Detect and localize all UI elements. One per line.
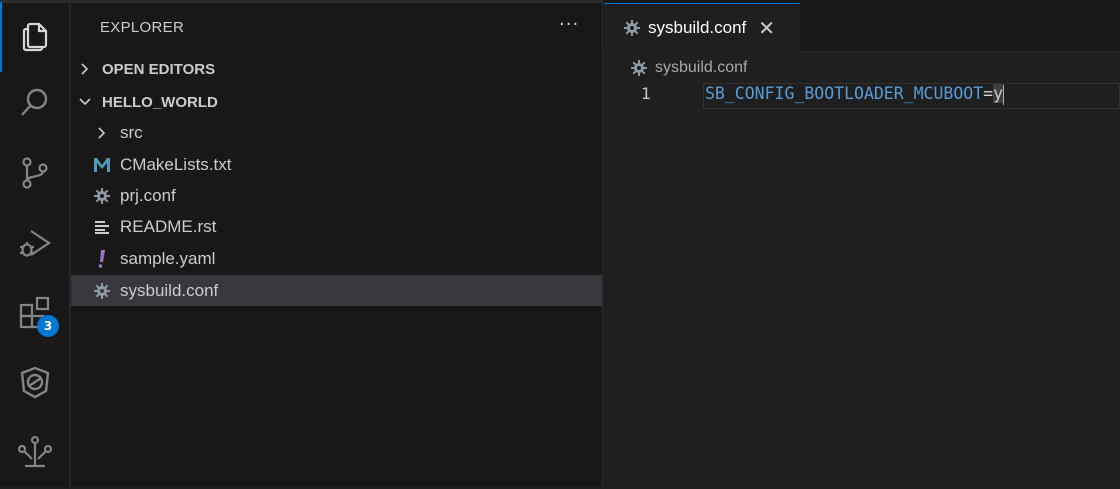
breadcrumb[interactable]: sysbuild.conf bbox=[631, 59, 748, 77]
tree-item-readme[interactable]: README.rst bbox=[71, 211, 602, 242]
open-editors-section[interactable]: OPEN EDITORS bbox=[71, 54, 602, 84]
exclamation-icon bbox=[92, 249, 112, 268]
nrf-connect-button[interactable] bbox=[0, 349, 70, 419]
config-equals: = bbox=[983, 84, 994, 103]
search-icon bbox=[17, 85, 53, 125]
source-control-icon bbox=[17, 155, 53, 195]
search-button[interactable] bbox=[0, 70, 70, 140]
tab-label: sysbuild.conf bbox=[648, 18, 747, 37]
more-actions-button[interactable]: ··· bbox=[559, 14, 579, 35]
gear-icon bbox=[92, 282, 112, 299]
files-icon bbox=[18, 17, 54, 57]
chevron-right-icon bbox=[92, 126, 112, 140]
explorer-title: EXPLORER bbox=[100, 19, 185, 36]
text-cursor bbox=[1003, 84, 1005, 105]
workspace-label: HELLO_WORLD bbox=[102, 93, 218, 111]
workspace-section[interactable]: HELLO_WORLD bbox=[71, 87, 602, 117]
extensions-badge: 3 bbox=[37, 315, 59, 337]
run-debug-button[interactable] bbox=[0, 210, 70, 280]
explorer-sidebar: EXPLORER ··· OPEN EDITORS HELLO_WORLD sr… bbox=[71, 0, 603, 487]
tree-item-label: src bbox=[120, 122, 143, 142]
line-number: 1 bbox=[641, 84, 651, 103]
source-control-button[interactable] bbox=[0, 140, 70, 210]
extensions-button[interactable] bbox=[0, 280, 70, 350]
code-line[interactable]: SB_CONFIG_BOOTLOADER_MCUBOOT=y bbox=[705, 84, 1005, 105]
sidebar-top-edge bbox=[71, 0, 603, 3]
tree-item-prj-conf[interactable]: prj.conf bbox=[71, 180, 602, 211]
explorer-button[interactable] bbox=[0, 2, 70, 72]
tree-item-label: README.rst bbox=[120, 216, 217, 236]
close-icon[interactable]: ✕ bbox=[758, 16, 775, 41]
open-editors-label: OPEN EDITORS bbox=[102, 60, 216, 78]
device-tree-icon bbox=[17, 434, 53, 474]
tree-item-label: sysbuild.conf bbox=[120, 280, 219, 300]
config-key: SB_CONFIG_BOOTLOADER_MCUBOOT bbox=[705, 84, 984, 103]
tree-item-sample-yaml[interactable]: sample.yaml bbox=[71, 243, 602, 274]
activity-bar: 3 bbox=[0, 0, 70, 487]
tree-item-label: sample.yaml bbox=[120, 248, 216, 268]
tab-sysbuild-conf[interactable]: sysbuild.conf ✕ bbox=[604, 3, 800, 52]
tree-item-cmakelists[interactable]: CMakeLists.txt bbox=[71, 149, 602, 180]
run-debug-icon bbox=[17, 225, 53, 265]
config-value: y bbox=[993, 84, 1004, 103]
tree-item-label: prj.conf bbox=[120, 185, 176, 205]
gear-icon bbox=[631, 60, 647, 76]
tab-bar: sysbuild.conf ✕ bbox=[603, 0, 1120, 52]
chevron-down-icon bbox=[71, 95, 102, 109]
gear-icon bbox=[624, 20, 640, 36]
gear-icon bbox=[92, 187, 112, 204]
tree-item-src[interactable]: src bbox=[71, 117, 602, 148]
chevron-right-icon bbox=[71, 62, 102, 76]
cmake-m-icon bbox=[92, 157, 112, 173]
tree-item-sysbuild-conf[interactable]: sysbuild.conf bbox=[71, 275, 602, 306]
nrf-connect-icon bbox=[17, 364, 53, 404]
editor-area: sysbuild.conf ✕ sysbuild.conf 1 SB_CONFI… bbox=[603, 0, 1120, 487]
device-tree-button[interactable] bbox=[0, 419, 70, 489]
tree-item-label: CMakeLists.txt bbox=[120, 154, 232, 174]
lines-icon bbox=[92, 220, 112, 234]
breadcrumb-label: sysbuild.conf bbox=[655, 59, 748, 76]
